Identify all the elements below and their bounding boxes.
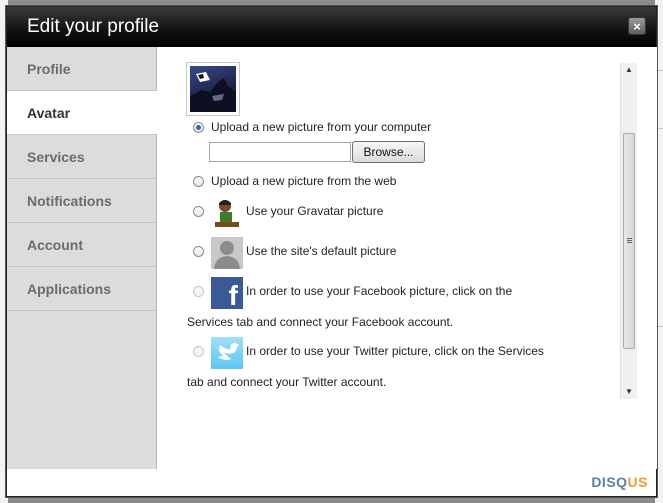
twitter-icon <box>211 337 243 369</box>
sidebar-item-services[interactable]: Services <box>7 135 156 179</box>
radio-twitter[interactable] <box>193 346 204 357</box>
avatar-panel: Upload a new picture from your computer … <box>157 47 657 469</box>
radio-upload-web[interactable] <box>193 176 204 187</box>
default-silhouette-icon <box>211 237 243 269</box>
vertical-scrollbar[interactable]: ▲ ▼ <box>620 63 637 399</box>
edit-profile-dialog: Edit your profile × Profile Avatar Servi… <box>6 6 657 497</box>
sidebar-item-profile[interactable]: Profile <box>7 47 156 91</box>
browse-button[interactable]: Browse... <box>352 141 425 163</box>
current-avatar <box>186 62 240 116</box>
radio-facebook[interactable] <box>193 286 204 297</box>
radio-default-picture[interactable] <box>193 246 204 257</box>
gravatar-figure-icon <box>211 197 243 229</box>
scrollbar-grip-icon <box>627 238 632 239</box>
disqus-logo: DISQUS <box>591 474 648 490</box>
sidebar-item-applications[interactable]: Applications <box>7 267 156 311</box>
avatar-silhouette-icon <box>190 72 236 112</box>
avatar-options-scroll-area: Upload a new picture from your computer … <box>186 62 636 399</box>
file-path-input[interactable] <box>209 142 351 162</box>
disqus-logo-accent: US <box>627 474 648 490</box>
option-twitter-continuation: tab and connect your Twitter account. <box>187 375 387 389</box>
disqus-logo-main: DISQ <box>591 474 628 490</box>
sidebar-item-account[interactable]: Account <box>7 223 156 267</box>
option-facebook-label: In order to use your Facebook picture, c… <box>246 284 513 298</box>
option-upload-web-label: Upload a new picture from the web <box>211 174 397 188</box>
avatar-image <box>190 66 236 112</box>
radio-upload-computer[interactable] <box>193 122 204 133</box>
option-gravatar-label: Use your Gravatar picture <box>246 204 384 218</box>
settings-sidebar: Profile Avatar Services Notifications Ac… <box>7 47 157 469</box>
option-upload-computer-label: Upload a new picture from your computer <box>211 120 432 134</box>
scrollbar-thumb[interactable] <box>623 133 635 349</box>
scroll-down-arrow-icon[interactable]: ▼ <box>621 385 637 399</box>
radio-gravatar[interactable] <box>193 206 204 217</box>
dialog-titlebar: Edit your profile × <box>7 7 656 47</box>
default-avatar-icon <box>211 237 243 269</box>
twitter-bird-icon <box>216 342 240 360</box>
gravatar-icon <box>211 197 243 229</box>
dialog-title: Edit your profile <box>27 16 160 37</box>
option-facebook-continuation: Services tab and connect your Facebook a… <box>187 315 454 329</box>
option-twitter-label: In order to use your Twitter picture, cl… <box>246 344 544 358</box>
close-button[interactable]: × <box>628 17 646 35</box>
facebook-icon: f <box>211 277 243 309</box>
sidebar-item-notifications[interactable]: Notifications <box>7 179 156 223</box>
option-default-picture-label: Use the site's default picture <box>246 244 397 258</box>
sidebar-item-avatar[interactable]: Avatar <box>7 91 157 135</box>
scroll-up-arrow-icon[interactable]: ▲ <box>621 63 637 77</box>
